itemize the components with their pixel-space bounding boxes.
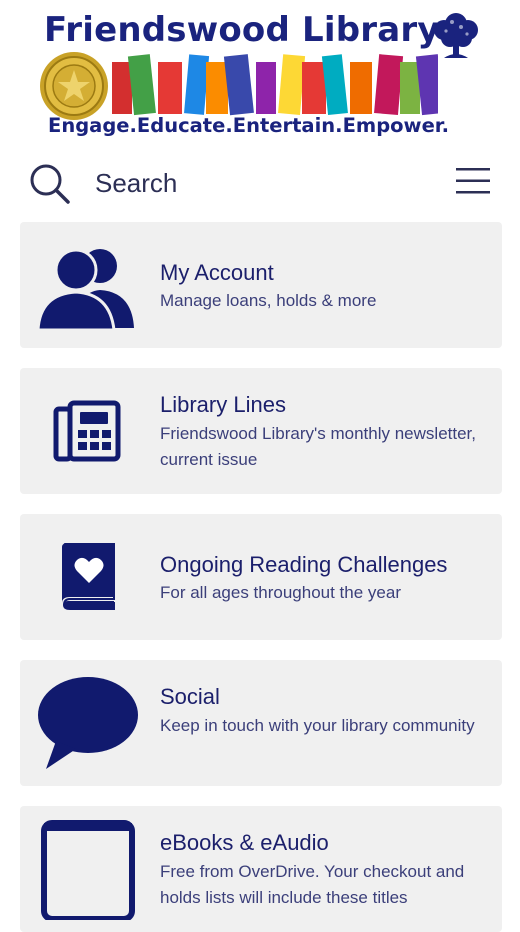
book-spine	[206, 62, 228, 114]
search-input[interactable]: Search	[95, 168, 177, 199]
book-spine	[350, 62, 372, 114]
book-spine	[112, 62, 132, 114]
book-spine	[223, 54, 254, 116]
my-account-description: Manage loans, holds & more	[160, 291, 377, 310]
book-spine	[127, 54, 156, 116]
book-spine	[400, 62, 420, 114]
heart-book-icon	[36, 528, 140, 626]
reading-challenges-description: For all ages throughout the year	[160, 583, 401, 602]
books-shelf-logo	[112, 54, 438, 116]
award-seal-icon	[40, 52, 108, 120]
reading-challenges-title: Ongoing Reading Challenges	[160, 552, 448, 577]
search-bar[interactable]: Search	[0, 150, 520, 216]
ebooks-title: eBooks & eAudio	[160, 830, 329, 855]
search-icon[interactable]	[28, 162, 72, 206]
menu-card-my-account[interactable]: My Account Manage loans, holds & more	[20, 222, 502, 348]
account-users-icon	[36, 236, 140, 334]
my-account-title: My Account	[160, 260, 274, 285]
menu-card-reading-challenges[interactable]: Ongoing Reading Challenges For all ages …	[20, 514, 502, 640]
book-spine	[302, 62, 326, 114]
ebooks-description: Free from OverDrive. Your checkout and h…	[160, 862, 465, 907]
book-spine	[256, 62, 276, 114]
menu-card-ebooks-eaudio[interactable]: eBooks & eAudio Free from OverDrive. You…	[20, 806, 502, 932]
book-spine	[158, 62, 182, 114]
library-tagline: Engage.Educate.Entertain.Empower.	[48, 114, 450, 137]
social-title: Social	[160, 684, 220, 709]
library-lines-title: Library Lines	[160, 392, 286, 417]
book-spine	[184, 54, 210, 115]
tablet-icon	[36, 820, 140, 920]
menu-card-social[interactable]: Social Keep in touch with your library c…	[20, 660, 502, 786]
book-spine	[278, 54, 306, 115]
library-name: Friendswood Library	[44, 10, 440, 50]
social-description: Keep in touch with your library communit…	[160, 716, 475, 735]
hamburger-menu-icon[interactable]	[455, 166, 491, 196]
speech-bubble-icon	[36, 674, 140, 772]
book-spine	[374, 54, 404, 116]
library-logo-header: Friendswood Library Engage.Educate.Enter…	[0, 0, 520, 145]
library-lines-description: Friendswood Library's monthly newsletter…	[160, 424, 476, 469]
newsletter-fax-icon	[36, 382, 140, 480]
menu-card-library-lines[interactable]: Library Lines Friendswood Library's mont…	[20, 368, 502, 494]
